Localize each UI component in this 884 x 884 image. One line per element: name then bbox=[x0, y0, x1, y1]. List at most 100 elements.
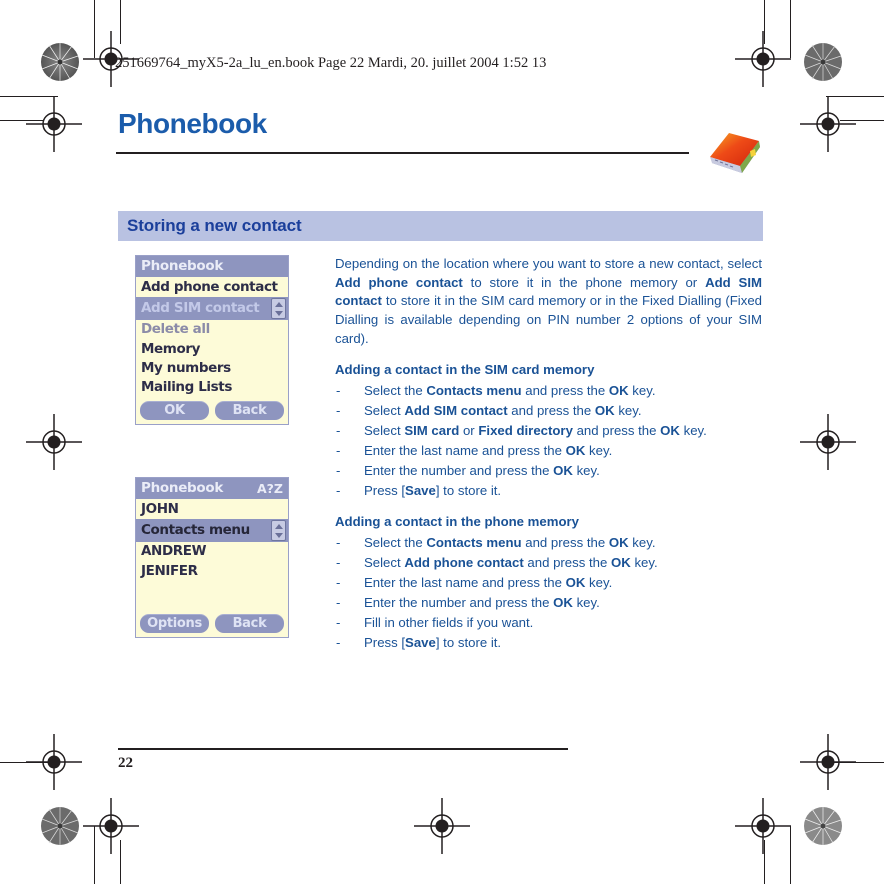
phonebook-contacts-menu-screen: Phonebook Add phone contact Add SIM contac… bbox=[135, 255, 289, 426]
screen-list-item-label: Delete all bbox=[141, 321, 210, 338]
phone-screen: Phonebook Add phone contact Add SIM contac… bbox=[135, 255, 289, 426]
density-burst-top-left bbox=[40, 42, 80, 82]
screen-list-item[interactable]: My numbers bbox=[136, 359, 288, 378]
emphasis-text: Add SIM contact bbox=[404, 402, 508, 418]
emphasis-text: OK bbox=[611, 555, 631, 571]
plain-text: Select bbox=[364, 402, 405, 418]
screen-list-item[interactable]: JOHN bbox=[136, 500, 288, 519]
plain-text: to store it in the SIM card memory or in… bbox=[335, 293, 762, 346]
plain-text: and press the bbox=[523, 555, 611, 571]
plain-text: key. bbox=[572, 462, 600, 478]
procedure-step-list: - Select the Contacts menu and press the … bbox=[335, 381, 762, 501]
step-bullet: - bbox=[336, 382, 341, 398]
plain-text: and press the bbox=[507, 402, 595, 418]
scroll-indicator-icon[interactable] bbox=[271, 298, 286, 320]
chevron-down-icon bbox=[274, 533, 283, 539]
procedure-step: - Enter the last name and press the OK ke… bbox=[335, 441, 762, 461]
address-book-icon bbox=[706, 129, 764, 179]
emphasis-text: SIM card bbox=[404, 422, 460, 438]
procedure-step-list: - Select the Contacts menu and press the … bbox=[335, 533, 762, 653]
plain-text: ] to store it. bbox=[435, 635, 502, 651]
plain-text: key. bbox=[614, 402, 642, 418]
procedure-heading: Adding a contact in the phone memory bbox=[335, 514, 579, 530]
screen-list-item[interactable]: Add phone contact bbox=[136, 278, 288, 297]
registration-target-lower-left bbox=[26, 734, 82, 790]
book-file-header: 251669764_myX5-2a_lu_en.book Page 22 Mar… bbox=[115, 55, 547, 71]
procedure-step: - Select SIM card or Fixed directory and … bbox=[335, 421, 762, 441]
screen-title-text: Phonebook bbox=[141, 258, 224, 274]
density-burst-bottom-right bbox=[803, 806, 843, 846]
emphasis-text: Save bbox=[405, 482, 436, 498]
softkey-left[interactable]: Options bbox=[140, 614, 209, 633]
procedure-step: - Fill in other fields if you want. bbox=[335, 613, 762, 633]
procedure-step: - Select the Contacts menu and press the … bbox=[335, 533, 762, 553]
plain-text: or bbox=[459, 422, 479, 438]
emphasis-text: Add phone contact bbox=[404, 555, 524, 571]
emphasis-text: Add phone contact bbox=[335, 274, 463, 290]
registration-target-bottom-center bbox=[414, 798, 470, 854]
screen-list-item-label: Add phone contact bbox=[141, 279, 278, 295]
document-title-block: Phonebook bbox=[116, 110, 696, 154]
screen-list-item-label: JOHN bbox=[141, 501, 179, 517]
softkey-right[interactable]: Back bbox=[215, 401, 284, 421]
screen-list-item[interactable]: JENIFER bbox=[136, 562, 288, 581]
plain-text: Depending on the location where you want… bbox=[335, 256, 762, 271]
emphasis-text: OK bbox=[608, 535, 629, 551]
screen-list-item-label: Mailing Lists bbox=[141, 379, 232, 396]
chevron-up-icon bbox=[274, 301, 283, 307]
screen-list-item-label: Add SIM contact bbox=[141, 300, 260, 317]
step-bullet: - bbox=[336, 595, 341, 611]
title-divider bbox=[116, 152, 689, 154]
procedure-step: - Enter the number and press the OK key. bbox=[335, 593, 762, 613]
plain-text: ] to store it. bbox=[435, 482, 502, 498]
plain-text: key. bbox=[630, 555, 658, 571]
screen-list-item[interactable]: Add SIM contact bbox=[136, 297, 288, 321]
section-banner: Storing a new contact bbox=[118, 211, 763, 241]
plain-text: and press the bbox=[521, 382, 609, 398]
screen-list-item[interactable]: Delete all bbox=[136, 320, 288, 339]
screen-list-item-label: Memory bbox=[141, 340, 200, 357]
emphasis-text: OK bbox=[565, 575, 586, 591]
screen-list-item[interactable]: ANDREW bbox=[136, 542, 288, 561]
plain-text: to store it in the phone memory or bbox=[462, 274, 706, 290]
plain-text: Enter the number and press the bbox=[364, 595, 554, 611]
screen-list-item-label: My numbers bbox=[141, 359, 231, 376]
plain-text: key. bbox=[572, 595, 600, 611]
density-burst-bottom-left bbox=[40, 806, 80, 846]
emphasis-text: Fixed directory bbox=[478, 422, 573, 438]
procedure-sections: Adding a contact in the SIM card memory -… bbox=[335, 362, 762, 654]
step-bullet: - bbox=[336, 615, 341, 631]
phonebook-list-screen: Phonebook A?Z JOHN Contacts menu ANDREW JENIF… bbox=[135, 477, 289, 638]
screen-list-item[interactable]: Memory bbox=[136, 340, 288, 359]
procedure-heading: Adding a contact in the SIM card memory bbox=[335, 361, 595, 377]
step-bullet: - bbox=[336, 575, 341, 591]
step-bullet: - bbox=[336, 555, 341, 571]
step-bullet: - bbox=[336, 422, 341, 438]
emphasis-text: OK bbox=[553, 595, 573, 611]
screen-title-bar: Phonebook A?Z bbox=[136, 478, 288, 499]
plain-text: Enter the number and press the bbox=[364, 462, 554, 478]
page-title: Phonebook bbox=[118, 108, 267, 139]
softkey-right[interactable]: Back bbox=[215, 614, 284, 633]
registration-target-lower-right bbox=[800, 734, 856, 790]
density-burst-top-right bbox=[803, 42, 843, 82]
screen-title-text: Phonebook bbox=[141, 480, 224, 496]
emphasis-text: Contacts menu bbox=[426, 535, 522, 551]
registration-target-top-right bbox=[735, 31, 791, 87]
screen-list-item[interactable]: Contacts menu bbox=[136, 519, 288, 543]
procedure-step: - Press [Save] to store it. bbox=[335, 633, 762, 653]
emphasis-text: OK bbox=[660, 422, 680, 438]
plain-text: Press [ bbox=[364, 482, 406, 498]
registration-target-mid-right bbox=[800, 414, 856, 470]
softkey-left[interactable]: OK bbox=[140, 401, 209, 421]
scroll-indicator-icon[interactable] bbox=[271, 520, 286, 542]
plain-text: key. bbox=[585, 442, 613, 458]
step-bullet: - bbox=[336, 442, 341, 458]
chevron-down-icon bbox=[274, 311, 283, 317]
plain-text: Enter the last name and press the bbox=[364, 575, 566, 591]
screen-list-item[interactable]: Mailing Lists bbox=[136, 378, 288, 397]
page-number: 22 bbox=[118, 755, 133, 771]
registration-target-bottom-left bbox=[83, 798, 139, 854]
section-banner-title: Storing a new contact bbox=[127, 216, 302, 235]
registration-target-upper-left bbox=[26, 96, 82, 152]
